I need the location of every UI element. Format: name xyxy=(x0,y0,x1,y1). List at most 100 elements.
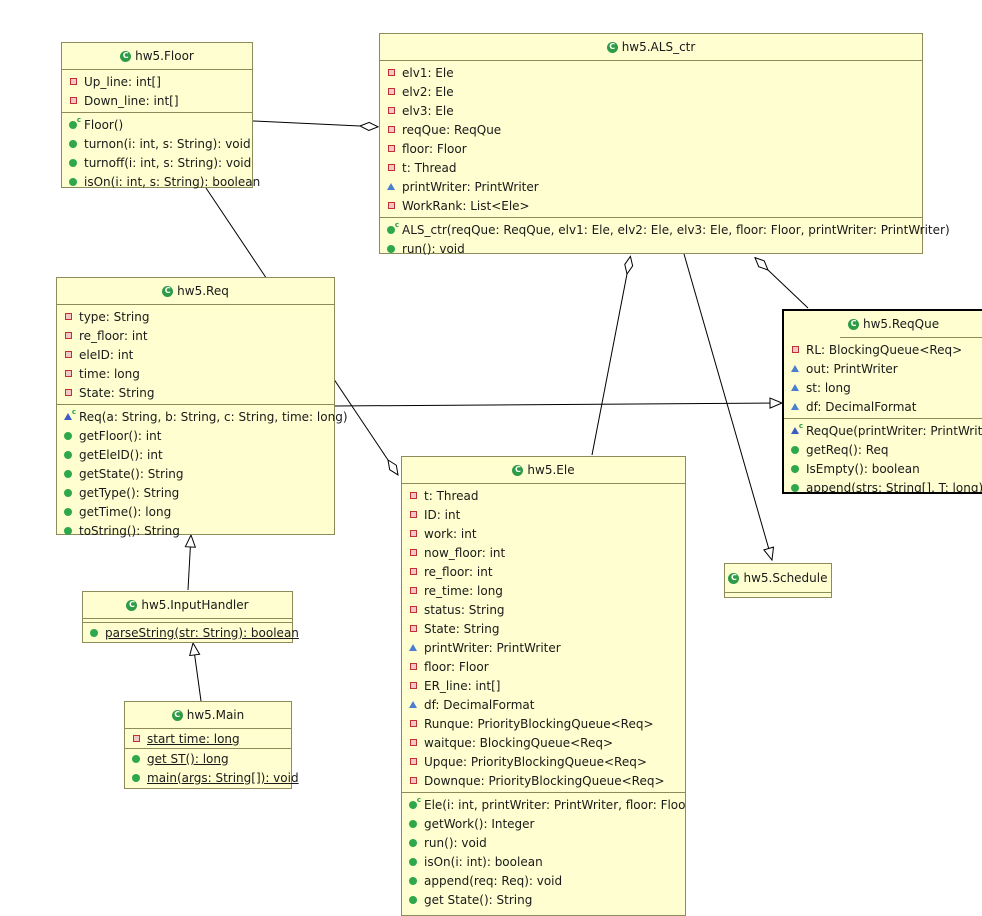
private-field-icon xyxy=(408,491,418,501)
method-row: IsEmpty(): boolean xyxy=(784,459,982,478)
input-req-generalization xyxy=(188,535,191,591)
class-floor-header: Chw5.Floor xyxy=(62,43,252,70)
public-method-icon xyxy=(89,628,99,638)
class-icon: C xyxy=(171,709,183,721)
public-method-icon xyxy=(63,507,73,517)
class-icon: C xyxy=(162,285,174,297)
field-label: out: PrintWriter xyxy=(806,361,898,376)
class-schedule[interactable]: Chw5.Schedule xyxy=(724,563,832,598)
field-row: status: String xyxy=(402,600,685,619)
class-icon: C xyxy=(606,41,618,53)
public-method-icon xyxy=(790,464,800,474)
public-method-icon xyxy=(386,244,396,254)
field-label: Upque: PriorityBlockingQueue<Req> xyxy=(424,754,647,769)
field-row: eleID: int xyxy=(57,345,334,364)
method-row: toString(): String xyxy=(57,521,334,540)
method-label: append(req: Req): void xyxy=(424,873,563,888)
class-floor[interactable]: Chw5.Floor Up_line: int[] Down_line: int… xyxy=(61,42,260,191)
method-label: append(strs: String[], T: long): void xyxy=(806,480,982,494)
private-field-icon xyxy=(63,312,73,322)
method-label: getWork(): Integer xyxy=(424,816,535,831)
class-inputhandler[interactable]: Chw5.InputHandler parseString(str: Strin… xyxy=(82,591,299,643)
field-row: Upque: PriorityBlockingQueue<Req> xyxy=(402,752,685,771)
private-field-icon xyxy=(386,87,396,97)
constructor-icon: c xyxy=(63,408,76,422)
field-row: t: Thread xyxy=(380,158,922,177)
class-ele-attributes: t: Thread ID: int work: int now_floor: i… xyxy=(402,484,685,793)
class-floor-title: hw5.Floor xyxy=(135,49,194,63)
method-row: c Floor() xyxy=(62,115,252,134)
field-row: re_floor: int xyxy=(402,562,685,581)
main-input-generalization xyxy=(193,643,202,702)
field-label: ID: int xyxy=(424,507,461,522)
class-inputhandler-header: Chw5.InputHandler xyxy=(83,592,292,619)
field-label: eleID: int xyxy=(79,347,134,362)
field-row: df: DecimalFormat xyxy=(784,397,982,416)
field-label: floor: Floor xyxy=(402,141,467,156)
class-schedule-header: Chw5.Schedule xyxy=(725,564,831,593)
method-row: c Ele(i: int, printWriter: PrintWriter, f… xyxy=(402,795,685,814)
method-label: Floor() xyxy=(84,117,124,132)
class-schedule-title: hw5.Schedule xyxy=(743,571,828,585)
field-label: Runque: PriorityBlockingQueue<Req> xyxy=(424,716,654,731)
field-label: Down_line: int[] xyxy=(84,93,179,108)
private-field-icon xyxy=(63,369,73,379)
method-label: getTime(): long xyxy=(79,504,172,519)
method-label: IsEmpty(): boolean xyxy=(806,461,920,476)
field-row: elv2: Ele xyxy=(380,82,922,101)
class-main[interactable]: Chw5.Main start time: long get ST(): lon… xyxy=(124,701,299,789)
public-method-icon xyxy=(63,488,73,498)
method-label: ReqQue(printWriter: PrintWriter) xyxy=(806,423,982,438)
field-label: start time: long xyxy=(147,731,240,746)
class-req-title: hw5.Req xyxy=(177,284,229,298)
method-row: c ReqQue(printWriter: PrintWriter) xyxy=(784,421,982,440)
field-row: elv3: Ele xyxy=(380,101,922,120)
constructor-icon: c xyxy=(790,422,803,436)
public-method-icon xyxy=(790,445,800,455)
field-label: State: String xyxy=(424,621,500,636)
field-label: printWriter: PrintWriter xyxy=(402,179,539,194)
field-row: State: String xyxy=(402,619,685,638)
private-field-icon xyxy=(408,624,418,634)
method-row: get State(): String xyxy=(402,890,685,909)
method-label: turnoff(i: int, s: String): void xyxy=(84,155,252,170)
package-field-icon xyxy=(408,643,418,653)
field-row: elv1: Ele xyxy=(380,63,922,82)
constructor-icon: c xyxy=(408,796,421,810)
public-method-icon xyxy=(408,895,418,905)
class-als-ctr[interactable]: Chw5.ALS_ctr elv1: Ele elv2: Ele elv3: E… xyxy=(379,33,950,256)
public-method-icon xyxy=(68,177,78,187)
private-field-icon xyxy=(386,125,396,135)
class-req[interactable]: Chw5.Req type: String re_floor: int eleI… xyxy=(56,277,348,538)
method-label: getEleID(): int xyxy=(79,447,163,462)
field-row: printWriter: PrintWriter xyxy=(402,638,685,657)
field-label: reqQue: ReqQue xyxy=(402,122,502,137)
private-field-icon xyxy=(131,734,141,744)
private-field-icon xyxy=(68,96,78,106)
class-reqque[interactable]: Chw5.ReqQue RL: BlockingQueue<Req> out: … xyxy=(782,309,982,494)
field-label: printWriter: PrintWriter xyxy=(424,640,561,655)
method-label: get State(): String xyxy=(424,892,533,907)
method-label: Ele(i: int, printWriter: PrintWriter, fl… xyxy=(424,797,686,812)
method-row: append(req: Req): void xyxy=(402,871,685,890)
public-method-icon xyxy=(790,483,800,493)
public-method-icon xyxy=(131,754,141,764)
floor-als-aggregation xyxy=(252,120,360,126)
field-label: st: long xyxy=(806,380,851,395)
package-field-icon xyxy=(790,364,800,374)
field-label: RL: BlockingQueue<Req> xyxy=(806,342,963,357)
class-reqque-header: Chw5.ReqQue xyxy=(840,311,982,338)
method-row: isOn(i: int, s: String): boolean xyxy=(62,172,260,191)
class-icon: C xyxy=(512,464,524,476)
field-label: re_floor: int xyxy=(424,564,493,579)
field-row: now_floor: int xyxy=(402,543,685,562)
class-main-attributes: start time: long xyxy=(125,729,291,749)
public-method-icon xyxy=(68,158,78,168)
class-ele-title: hw5.Ele xyxy=(527,463,575,477)
field-row: ID: int xyxy=(402,505,685,524)
constructor-icon: c xyxy=(386,221,399,235)
field-row: State: String xyxy=(57,383,334,402)
method-row: getState(): String xyxy=(57,464,334,483)
class-ele[interactable]: Chw5.Ele t: Thread ID: int work: int now… xyxy=(401,456,686,916)
private-field-icon xyxy=(408,757,418,767)
